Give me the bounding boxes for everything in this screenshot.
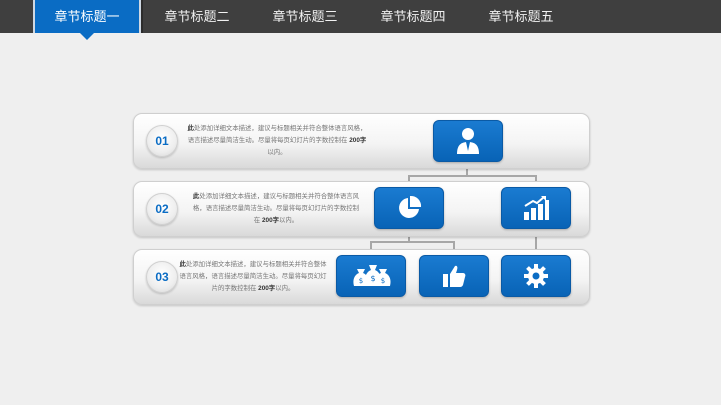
content-row-1: 01 此处添加详细文本描述，建议与标题相关并符合整体语言风格， 语言描述尽量简洁… (133, 113, 590, 169)
bar-chart-icon (524, 196, 549, 220)
svg-text:$: $ (381, 277, 385, 285)
tab-chapter-3[interactable]: 章节标题三 (251, 0, 359, 33)
money-bags-icon-button[interactable]: $ $ $ (336, 255, 406, 297)
chapter-nav-bar: 章节标题一 章节标题二 章节标题三 章节标题四 章节标题五 (0, 0, 721, 40)
tab-chapter-2[interactable]: 章节标题二 (143, 0, 251, 33)
thumbs-up-icon-button[interactable] (419, 255, 489, 297)
row-description: 此处添加详细文本描述，建议与标题相关并符合整体语言风格， 语言描述尽量简洁生动。… (187, 125, 367, 156)
gear-icon (524, 264, 548, 288)
row-number-badge: 02 (146, 193, 178, 225)
bar-chart-icon-button[interactable] (501, 187, 571, 229)
user-icon-button[interactable] (433, 120, 503, 162)
money-bags-icon: $ $ $ (353, 265, 391, 286)
tab-chapter-4[interactable]: 章节标题四 (359, 0, 467, 33)
connector-line (370, 241, 454, 243)
row-description: 此处添加详细文本描述，建议与标题相关并符合整体 语言风格，语言描述尽量简洁生动。… (179, 261, 327, 292)
svg-text:$: $ (359, 277, 363, 285)
tab-chapter-5[interactable]: 章节标题五 (467, 0, 575, 33)
pie-chart-icon-button[interactable] (374, 187, 444, 229)
user-icon (457, 128, 479, 154)
row-description: 此处添加详细文本描述，建议与标题相关并符合整体语言风 格，语言描述尽量简洁生动。… (192, 193, 360, 224)
connector-line (408, 175, 536, 177)
row-number-badge: 03 (146, 261, 178, 293)
pie-chart-icon (399, 195, 422, 218)
thumbs-up-icon (443, 265, 466, 287)
tab-chapter-1[interactable]: 章节标题一 (33, 0, 141, 40)
svg-text:$: $ (370, 274, 375, 283)
gear-icon-button[interactable] (501, 255, 571, 297)
